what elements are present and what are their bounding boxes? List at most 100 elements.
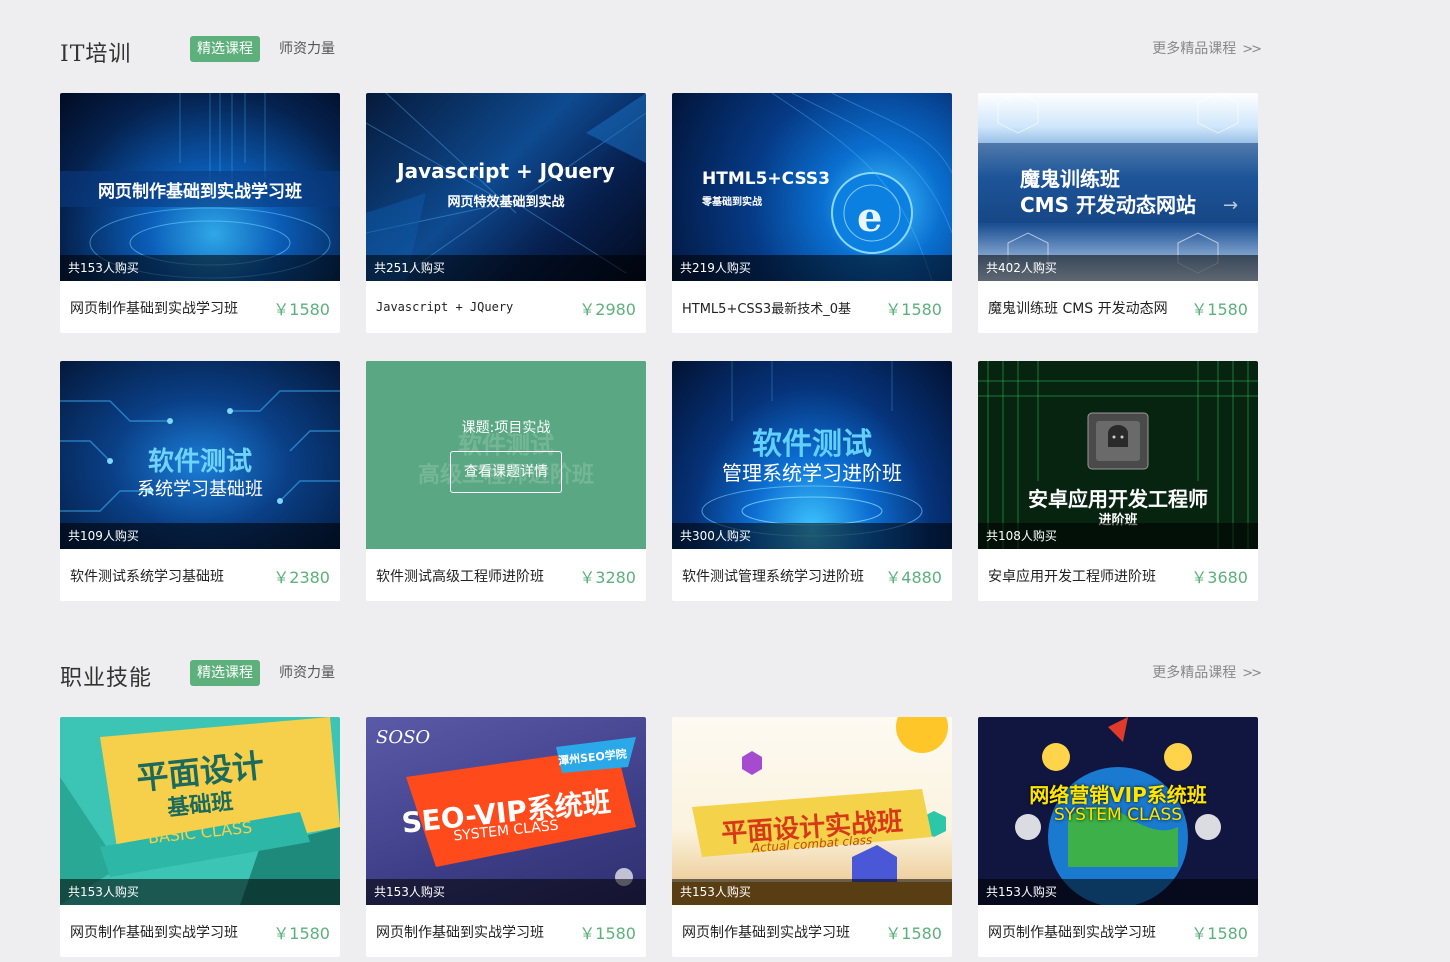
course-price: ￥2980: [579, 300, 636, 319]
course-name: 网页制作基础到实战学习班: [70, 301, 238, 317]
course-name: 软件测试高级工程师进阶班: [376, 569, 544, 585]
course-card[interactable]: 网络营销VIP系统班 SYSTEM CLASS 共153人购买 网页制作基础到实…: [978, 717, 1258, 957]
svg-text:e: e: [857, 194, 882, 241]
course-card[interactable]: 网页制作基础到实战学习班 共153人购买 网页制作基础到实战学习班 ￥1580: [60, 93, 340, 333]
course-price: ￥1580: [885, 300, 942, 319]
more-courses-link[interactable]: 更多精品课程 >>: [1152, 662, 1262, 682]
course-info: HTML5+CSS3最新技术_0基 ￥1580: [672, 281, 952, 333]
course-info: 软件测试管理系统学习进阶班 ￥4880: [672, 549, 952, 601]
course-card[interactable]: 软件测试 系统学习基础班 共109人购买 软件测试系统学习基础班 ￥2380: [60, 361, 340, 601]
course-cover: 平面设计实战班 Actual combat class 共153人购买: [672, 717, 952, 905]
more-courses-label: 更多精品课程: [1152, 665, 1237, 681]
course-card[interactable]: 软件测试 管理系统学习进阶班 共300人购买 软件测试管理系统学习进阶班 ￥48…: [672, 361, 952, 601]
course-card[interactable]: 安卓应用开发工程师 进阶班 共108人购买 安卓应用开发工程师进阶班 ￥3680: [978, 361, 1258, 601]
buyer-count: 共109人购买: [60, 523, 340, 549]
cover-art: [366, 93, 646, 281]
course-cover: 网页制作基础到实战学习班 共153人购买: [60, 93, 340, 281]
section-career-skills: 职业技能 精选课程 师资力量 更多精品课程 >>: [60, 660, 1262, 691]
buyer-count: 共219人购买: [672, 255, 952, 281]
course-info: 网页制作基础到实战学习班 ￥1580: [978, 905, 1258, 957]
course-card[interactable]: e HTML5+CSS3 零基础到实战 共219人购买 HTML5+CSS3最新…: [672, 93, 952, 333]
buyer-count: 共153人购买: [60, 255, 340, 281]
tab-featured-courses[interactable]: 精选课程: [190, 36, 260, 62]
course-card[interactable]: 平面设计实战班 Actual combat class 共153人购买 网页制作…: [672, 717, 952, 957]
course-card-hover[interactable]: 软件测试 高级工程师进阶班 软件测试 高级工程师进阶班 课题:项目实战 查看课题…: [366, 361, 646, 601]
more-courses-link[interactable]: 更多精品课程 >>: [1152, 38, 1262, 58]
cover-subtitle: 零基础到实战: [702, 197, 762, 208]
course-info: 安卓应用开发工程师进阶班 ￥3680: [978, 549, 1258, 601]
course-name: 网页制作基础到实战学习班: [70, 925, 238, 941]
more-courses-label: 更多精品课程: [1152, 41, 1237, 57]
buyer-count: 共300人购买: [672, 523, 952, 549]
course-cover: 平面设计 基础班 BASIC CLASS 共153人购买: [60, 717, 340, 905]
course-name: Javascript + JQuery: [376, 300, 514, 314]
course-price: ￥1580: [1191, 924, 1248, 943]
course-price: ￥1580: [273, 924, 330, 943]
cover-title: Javascript + JQuery: [397, 159, 615, 183]
cover-subtitle: 系统学习基础班: [137, 479, 263, 500]
course-price: ￥1580: [1191, 300, 1248, 319]
course-cover: → 魔鬼训练班 CMS 开发动态网站 共402人购买: [978, 93, 1258, 281]
section-it-training: IT培训 精选课程 师资力量 更多精品课程 >>: [60, 36, 1262, 67]
course-price: ￥3680: [1191, 568, 1248, 587]
cover-subtitle: 网页特效基础到实战: [447, 195, 565, 210]
cover-logo: SOSO: [376, 727, 431, 748]
course-info: 软件测试系统学习基础班 ￥2380: [60, 549, 340, 601]
course-cover: Javascript + JQuery 网页特效基础到实战 共251人购买: [366, 93, 646, 281]
course-name: HTML5+CSS3最新技术_0基: [682, 302, 851, 317]
svg-text:→: →: [1223, 195, 1238, 216]
course-info: Javascript + JQuery ￥2980: [366, 281, 646, 333]
course-card[interactable]: → 魔鬼训练班 CMS 开发动态网站 共402人购买 魔鬼训练班 CMS 开发动…: [978, 93, 1258, 333]
course-price: ￥1580: [273, 300, 330, 319]
course-price: ￥3280: [579, 568, 636, 587]
buyer-count: 共108人购买: [978, 523, 1258, 549]
course-cover: 安卓应用开发工程师 进阶班 共108人购买: [978, 361, 1258, 549]
cover-title: HTML5+CSS3: [702, 169, 830, 189]
course-name: 安卓应用开发工程师进阶班: [988, 569, 1156, 585]
section-header: IT培训 精选课程 师资力量 更多精品课程 >>: [60, 36, 1262, 67]
course-info: 网页制作基础到实战学习班 ￥1580: [366, 905, 646, 957]
course-info: 网页制作基础到实战学习班 ￥1580: [60, 905, 340, 957]
course-name: 网页制作基础到实战学习班: [988, 925, 1156, 941]
section-title: 职业技能: [60, 666, 153, 691]
course-name: 魔鬼训练班 CMS 开发动态网: [988, 301, 1168, 317]
cover-subtitle: SYSTEM CLASS: [1053, 805, 1183, 825]
cover-title: 软件测试: [147, 447, 252, 477]
buyer-count: 共153人购买: [978, 879, 1258, 905]
course-info: 魔鬼训练班 CMS 开发动态网 ￥1580: [978, 281, 1258, 333]
course-price: ￥1580: [885, 924, 942, 943]
buyer-count: 共153人购买: [60, 879, 340, 905]
course-cover: 网络营销VIP系统班 SYSTEM CLASS 共153人购买: [978, 717, 1258, 905]
course-info: 软件测试高级工程师进阶班 ￥3280: [366, 549, 646, 601]
cover-title: 网络营销VIP系统班: [1029, 783, 1207, 807]
cover-subtitle: CMS 开发动态网站: [1020, 193, 1196, 217]
course-price: ￥4880: [885, 568, 942, 587]
hover-topic: 课题:项目实战: [461, 420, 551, 436]
course-name: 网页制作基础到实战学习班: [376, 925, 544, 941]
tab-teachers[interactable]: 师资力量: [272, 36, 342, 62]
buyer-count: 共153人购买: [672, 879, 952, 905]
course-cover: 软件测试 系统学习基础班 共109人购买: [60, 361, 340, 549]
course-cover: SOSO 潭州SEO学院 SEO-VIP系统班 SYSTEM CLASS 共15…: [366, 717, 646, 905]
cover-subtitle: 管理系统学习进阶班: [722, 461, 902, 485]
buyer-count: 共402人购买: [978, 255, 1258, 281]
course-card[interactable]: 平面设计 基础班 BASIC CLASS 共153人购买 网页制作基础到实战学习…: [60, 717, 340, 957]
course-name: 网页制作基础到实战学习班: [682, 925, 850, 941]
course-info: 网页制作基础到实战学习班 ￥1580: [672, 905, 952, 957]
tab-teachers[interactable]: 师资力量: [272, 660, 342, 686]
cover-title: 网页制作基础到实战学习班: [98, 182, 302, 202]
course-cover: e HTML5+CSS3 零基础到实战 共219人购买: [672, 93, 952, 281]
course-cover: 软件测试 管理系统学习进阶班 共300人购买: [672, 361, 952, 549]
course-card[interactable]: SOSO 潭州SEO学院 SEO-VIP系统班 SYSTEM CLASS 共15…: [366, 717, 646, 957]
cover-title: 安卓应用开发工程师: [1028, 487, 1208, 511]
double-chevron-right-icon: >>: [1242, 666, 1262, 681]
cover-title: 魔鬼训练班: [1020, 167, 1120, 191]
view-details-button[interactable]: 查看课题详情: [450, 451, 562, 493]
course-card[interactable]: Javascript + JQuery 网页特效基础到实战 共251人购买 Ja…: [366, 93, 646, 333]
double-chevron-right-icon: >>: [1242, 42, 1262, 57]
course-info: 网页制作基础到实战学习班 ￥1580: [60, 281, 340, 333]
section-header: 职业技能 精选课程 师资力量 更多精品课程 >>: [60, 660, 1262, 691]
course-name: 软件测试管理系统学习进阶班: [682, 569, 864, 585]
tab-featured-courses[interactable]: 精选课程: [190, 660, 260, 686]
section-title: IT培训: [60, 42, 132, 67]
